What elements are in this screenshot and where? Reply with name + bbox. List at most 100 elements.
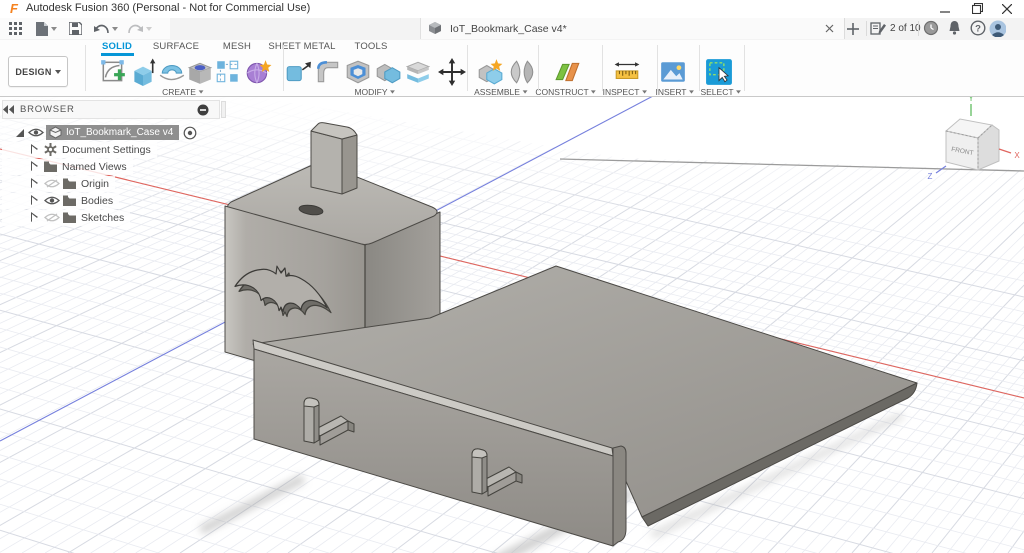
collapse-panel-icon[interactable] bbox=[3, 105, 14, 114]
combine-icon[interactable] bbox=[374, 58, 402, 86]
fusion-logo-icon: F bbox=[7, 1, 21, 16]
redo-icon[interactable] bbox=[128, 23, 152, 35]
move-copy-icon[interactable] bbox=[438, 58, 466, 86]
group-label-select[interactable]: SELECT bbox=[700, 87, 741, 97]
document-tab-title: IoT_Bookmark_Case v4* bbox=[450, 23, 567, 35]
job-status-icon[interactable] bbox=[923, 20, 940, 37]
file-icon[interactable] bbox=[36, 22, 57, 36]
title-bar: F Autodesk Fusion 360 (Personal - Not fo… bbox=[0, 0, 1024, 19]
browser-header[interactable]: BROWSER bbox=[2, 100, 220, 119]
select-icon[interactable] bbox=[705, 58, 733, 86]
svg-text:?: ? bbox=[975, 24, 981, 35]
folder-icon bbox=[63, 212, 76, 223]
visibility-eye-off-icon[interactable] bbox=[44, 178, 60, 189]
activate-radio-icon[interactable] bbox=[183, 126, 197, 140]
shell-icon[interactable] bbox=[344, 58, 372, 86]
collapsed-arrow-icon[interactable] bbox=[32, 146, 38, 154]
tab-sheet-metal[interactable]: SHEET METAL bbox=[268, 41, 335, 55]
quick-access-toolbar bbox=[0, 18, 170, 39]
gear-icon bbox=[44, 143, 57, 156]
visibility-eye-icon[interactable] bbox=[28, 127, 44, 138]
browser-item-label: Origin bbox=[81, 178, 109, 190]
root-component-label: IoT_Bookmark_Case v4 bbox=[66, 127, 173, 138]
folder-icon bbox=[63, 178, 76, 189]
browser-root-row[interactable]: IoT_Bookmark_Case v4 bbox=[2, 124, 232, 141]
undo-icon[interactable] bbox=[94, 23, 118, 35]
joint-icon[interactable] bbox=[508, 58, 536, 86]
undo-menu-caret-icon[interactable] bbox=[112, 27, 118, 31]
tab-mesh[interactable]: MESH bbox=[223, 41, 251, 55]
minimize-button[interactable] bbox=[930, 0, 960, 17]
create-form-icon[interactable] bbox=[244, 58, 272, 86]
app-title: Autodesk Fusion 360 (Personal - Not for … bbox=[26, 2, 310, 14]
collapsed-arrow-icon[interactable] bbox=[32, 214, 38, 222]
group-label-insert[interactable]: INSERT bbox=[655, 87, 694, 97]
app-grid-icon[interactable] bbox=[9, 22, 22, 35]
collapsed-arrow-icon[interactable] bbox=[32, 180, 38, 188]
visibility-eye-off-icon[interactable] bbox=[44, 212, 60, 223]
expand-arrow-icon[interactable] bbox=[16, 129, 24, 137]
divider bbox=[918, 21, 919, 36]
browser-item-named-views[interactable]: Named Views bbox=[2, 158, 232, 175]
browser-item-origin[interactable]: Origin bbox=[2, 175, 232, 192]
fillet-icon[interactable] bbox=[314, 58, 342, 86]
notifications-icon[interactable] bbox=[947, 20, 964, 37]
collapsed-arrow-icon[interactable] bbox=[32, 197, 38, 205]
document-limit-counter[interactable]: 2 of 10 bbox=[870, 18, 921, 39]
document-tab[interactable]: IoT_Bookmark_Case v4* bbox=[420, 18, 845, 39]
insert-image-icon[interactable] bbox=[659, 58, 687, 86]
file-menu-caret-icon[interactable] bbox=[51, 27, 57, 31]
split-body-icon[interactable] bbox=[404, 58, 432, 86]
panel-resize-handle[interactable] bbox=[221, 101, 226, 118]
panel-options-icon[interactable] bbox=[197, 104, 209, 116]
workspace-selector[interactable]: DESIGN bbox=[8, 56, 68, 87]
construct-plane-icon[interactable] bbox=[554, 58, 582, 86]
hole-icon[interactable] bbox=[186, 58, 214, 86]
folder-icon bbox=[63, 195, 76, 206]
browser-item-label: Bodies bbox=[81, 195, 113, 207]
browser-item-bodies[interactable]: Bodies bbox=[2, 192, 232, 209]
visibility-eye-icon[interactable] bbox=[44, 195, 60, 206]
group-label-inspect[interactable]: INSPECT bbox=[603, 87, 648, 97]
create-sketch-icon[interactable] bbox=[99, 58, 127, 86]
browser-item-sketches[interactable]: Sketches bbox=[2, 209, 232, 226]
browser-panel: BROWSER IoT_Bookmark_Case v4 Document Se… bbox=[2, 100, 232, 226]
divider bbox=[866, 21, 867, 36]
browser-item-document-settings[interactable]: Document Settings bbox=[2, 141, 232, 158]
press-pull-icon[interactable] bbox=[284, 58, 312, 86]
new-component-icon[interactable] bbox=[476, 58, 504, 86]
browser-title: BROWSER bbox=[20, 104, 75, 115]
close-button[interactable] bbox=[992, 0, 1022, 17]
close-tab-icon[interactable] bbox=[823, 22, 836, 35]
tab-tools[interactable]: TOOLS bbox=[354, 41, 387, 55]
revolve-icon[interactable] bbox=[158, 58, 186, 86]
browser-item-label: Named Views bbox=[62, 161, 127, 173]
new-tab-icon[interactable] bbox=[846, 22, 860, 36]
browser-item-label: Document Settings bbox=[62, 144, 151, 156]
fusion360-window: FRONT TOP RIGHT Y X Z BROWSER IoT_Bookma… bbox=[0, 0, 1024, 553]
folder-icon bbox=[44, 161, 57, 172]
tab-surface[interactable]: SURFACE bbox=[153, 41, 199, 55]
avatar[interactable] bbox=[989, 20, 1006, 37]
component-cube-icon bbox=[49, 126, 62, 139]
document-tab-bar: IoT_Bookmark_Case v4* 2 of 10 ? bbox=[0, 18, 1024, 41]
ribbon-toolbar: DESIGN SOLID SURFACE MESH SHEET METAL TO… bbox=[0, 40, 1024, 97]
help-icon[interactable]: ? bbox=[970, 20, 987, 37]
collapsed-arrow-icon[interactable] bbox=[32, 163, 38, 171]
group-label-modify[interactable]: MODIFY bbox=[354, 87, 395, 97]
measure-icon[interactable] bbox=[613, 58, 641, 86]
restore-button[interactable] bbox=[962, 0, 992, 17]
document-counter-label: 2 of 10 bbox=[890, 23, 921, 34]
document-limit-icon bbox=[870, 21, 886, 36]
workspace-caret-icon bbox=[55, 70, 61, 74]
pattern-icon[interactable] bbox=[214, 58, 242, 86]
save-icon[interactable] bbox=[69, 22, 82, 35]
active-tab-underline bbox=[101, 53, 134, 56]
x-axis-label: X bbox=[1014, 151, 1020, 160]
group-label-assemble[interactable]: ASSEMBLE bbox=[474, 87, 528, 97]
group-label-construct[interactable]: CONSTRUCT bbox=[535, 87, 596, 97]
redo-menu-caret-icon[interactable] bbox=[146, 27, 152, 31]
group-label-create[interactable]: CREATE bbox=[162, 87, 204, 97]
extrude-icon[interactable] bbox=[129, 58, 157, 86]
root-component-chip[interactable]: IoT_Bookmark_Case v4 bbox=[46, 125, 179, 140]
